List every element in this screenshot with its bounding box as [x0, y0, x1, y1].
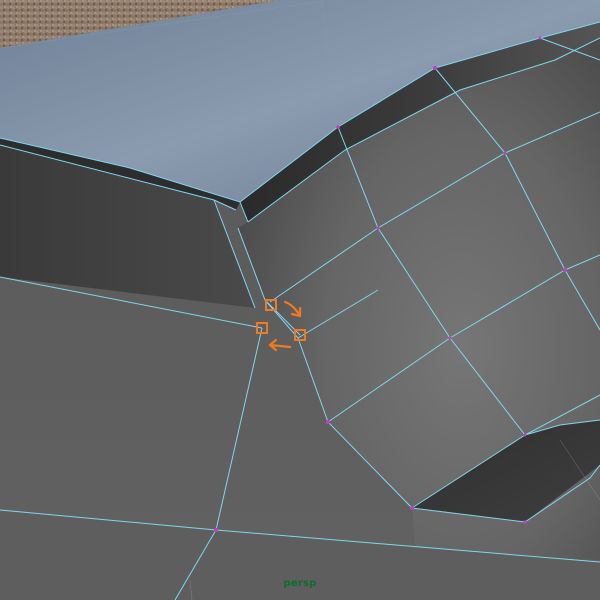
vertex[interactable] — [336, 125, 340, 129]
vertex[interactable] — [448, 336, 452, 340]
vertex[interactable] — [523, 520, 527, 524]
vertex[interactable] — [326, 420, 330, 424]
vertex[interactable] — [523, 433, 527, 437]
vertex[interactable] — [433, 66, 437, 70]
vertex[interactable] — [410, 506, 414, 510]
viewport-scene[interactable] — [0, 0, 600, 600]
camera-label: persp — [283, 578, 317, 589]
vertex[interactable] — [376, 226, 380, 230]
maya-perspective-viewport[interactable]: persp — [0, 0, 600, 600]
vertex[interactable] — [214, 528, 218, 532]
vertex[interactable] — [563, 268, 567, 272]
vertex[interactable] — [503, 151, 507, 155]
vertex[interactable] — [538, 36, 542, 40]
